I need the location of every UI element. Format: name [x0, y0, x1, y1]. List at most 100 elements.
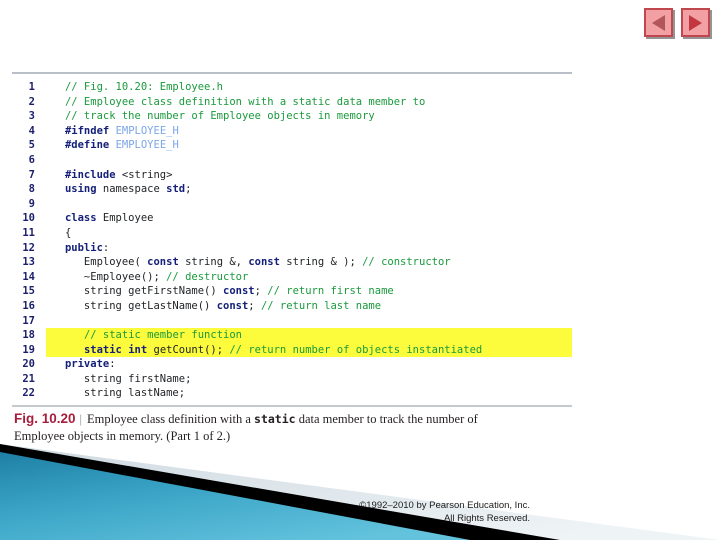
triangle-right-icon	[689, 14, 702, 31]
code-line-number: 4	[28, 124, 35, 137]
code-line-number: 9	[28, 197, 35, 210]
code-line-number: 22	[22, 387, 35, 400]
copyright-line-1: ©1992–2010 by Pearson Education, Inc.	[359, 500, 530, 511]
slide-navigation	[644, 8, 710, 37]
code-line-number: 11	[22, 226, 35, 239]
code-token: :	[102, 241, 110, 254]
code-token: getCount();	[147, 343, 230, 356]
code-line-text: string lastName;	[46, 386, 572, 401]
code-token: // return last name	[260, 299, 382, 312]
code-line-text: string firstName;	[46, 372, 572, 387]
code-token: const	[216, 299, 249, 312]
code-line: 9	[12, 197, 572, 212]
code-token: string getLastName()	[46, 299, 217, 312]
code-line-text: ~Employee(); // destructor	[46, 270, 572, 285]
next-slide-button[interactable]	[681, 8, 710, 37]
code-line-number: 1	[28, 81, 35, 93]
code-line: 4 #ifndef EMPLOYEE_H	[12, 124, 572, 139]
code-line: 21 string firstName;	[12, 372, 572, 387]
code-line-number: 3	[28, 110, 35, 123]
code-token: ;	[248, 299, 261, 312]
code-line-number: 20	[22, 358, 35, 371]
code-line-text: #ifndef EMPLOYEE_H	[46, 124, 572, 139]
code-line-number: 13	[22, 256, 35, 269]
code-line-text: Employee( const string &, const string &…	[46, 255, 572, 270]
code-line-number: 15	[22, 285, 35, 298]
code-line: 2 // Employee class definition with a st…	[12, 95, 572, 110]
code-line-text: #define EMPLOYEE_H	[46, 138, 572, 153]
code-line-text: #include <string>	[46, 168, 572, 183]
code-line-number: 14	[22, 270, 35, 283]
code-line-number: 6	[28, 153, 35, 166]
code-line-text: string getLastName() const; // return la…	[46, 299, 572, 314]
code-line-text: // track the number of Employee objects …	[46, 109, 572, 124]
code-listing: 1 // Fig. 10.20: Employee.h 2 // Employee…	[12, 74, 572, 405]
slide-decoration	[0, 444, 720, 540]
code-line: 10 class Employee	[12, 211, 572, 226]
code-token: string firstName;	[46, 372, 192, 385]
code-line: 5 #define EMPLOYEE_H	[12, 138, 572, 153]
caption-keyword-static: static	[254, 412, 296, 426]
code-line-number: 5	[28, 139, 35, 152]
code-token: Employee	[96, 212, 154, 225]
code-token: public	[64, 241, 103, 254]
code-line: 8 using namespace std;	[12, 182, 572, 197]
code-token: #define	[64, 139, 110, 152]
code-line: 6	[12, 153, 572, 168]
code-token: string & );	[279, 256, 363, 269]
code-line: 15 string getFirstName() const; // retur…	[12, 284, 572, 299]
code-token: std	[166, 183, 186, 196]
code-token: using	[64, 183, 97, 196]
code-line-number: 8	[28, 183, 35, 196]
previous-slide-button[interactable]	[644, 8, 673, 37]
code-line-number: 7	[28, 168, 35, 181]
code-line: 1 // Fig. 10.20: Employee.h	[12, 80, 572, 95]
code-line: 19 static int getCount(); // return numb…	[12, 342, 572, 358]
code-line-number: 21	[22, 372, 35, 385]
code-token: string getFirstName()	[46, 285, 224, 298]
code-line: 12 public:	[12, 241, 572, 256]
code-line: 16 string getLastName() const; // return…	[12, 299, 572, 314]
code-token: // return number of objects instantiated	[229, 343, 483, 356]
code-line: 11 {	[12, 226, 572, 241]
code-token: EMPLOYEE_H	[115, 124, 179, 137]
copyright-footer: ©1992–2010 by Pearson Education, Inc. Al…	[325, 500, 530, 525]
code-line-number: 12	[22, 241, 35, 254]
code-line-text: private:	[46, 357, 572, 372]
code-token: #include	[64, 168, 116, 181]
code-token: const	[147, 256, 179, 269]
code-token: ;	[185, 183, 192, 196]
code-line: 7 #include <string>	[12, 168, 572, 183]
code-token: // track the number of Employee objects …	[64, 110, 375, 123]
code-token: #ifndef	[64, 124, 110, 137]
code-line-number: 2	[28, 95, 35, 108]
code-token: <string>	[121, 168, 173, 181]
code-token: // destructor	[166, 270, 249, 283]
code-token: // constructor	[362, 256, 451, 269]
code-token: string lastName;	[46, 387, 186, 400]
code-token: class	[64, 212, 97, 225]
code-line: 17	[12, 314, 572, 329]
code-line-number: 19	[22, 343, 35, 356]
code-line-text: {	[46, 226, 572, 241]
code-token: string &,	[178, 256, 249, 269]
code-token: ~Employee();	[46, 270, 167, 283]
code-token: // return first name	[267, 285, 394, 298]
code-line: 14 ~Employee(); // destructor	[12, 270, 572, 285]
code-token: private	[64, 358, 110, 371]
caption-separator: |	[79, 412, 83, 426]
code-token: {	[46, 226, 72, 239]
code-token: ;	[254, 285, 268, 298]
code-token: // Fig. 10.20: Employee.h	[64, 81, 224, 93]
code-line-text: using namespace std;	[46, 182, 572, 197]
code-line-number: 18	[22, 329, 35, 342]
code-line-text: // Fig. 10.20: Employee.h	[46, 80, 572, 95]
code-token: :	[109, 358, 116, 371]
